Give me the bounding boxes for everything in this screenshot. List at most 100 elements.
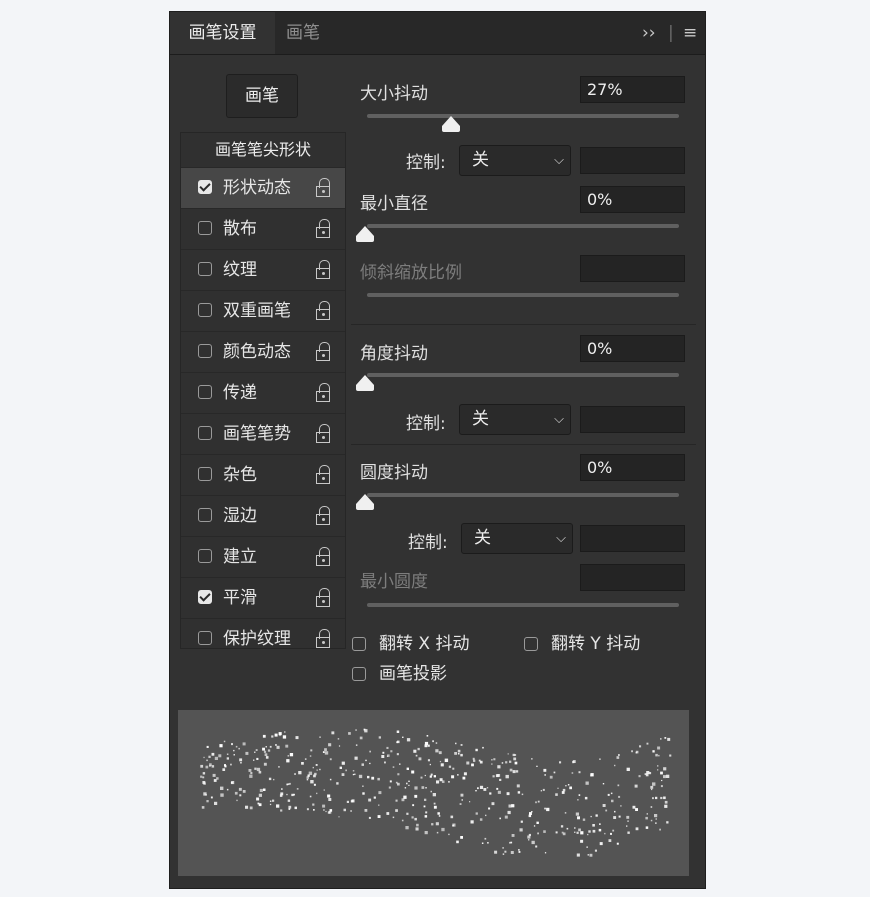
- lock-icon[interactable]: [316, 424, 332, 444]
- option-checkbox[interactable]: [198, 344, 212, 358]
- brush-stroke-preview: [178, 710, 689, 876]
- lock-icon[interactable]: [316, 465, 332, 485]
- lock-icon[interactable]: [316, 342, 332, 362]
- size-jitter-slider[interactable]: [367, 114, 679, 118]
- flip-x-checkbox[interactable]: [352, 637, 366, 651]
- tilt-scale-field: [580, 255, 685, 282]
- brush-projection-label: 画笔投影: [379, 664, 447, 684]
- option-checkbox[interactable]: [198, 631, 212, 645]
- lock-icon[interactable]: [316, 260, 332, 280]
- brush-tip-shape-item[interactable]: 画笔笔尖形状: [181, 133, 345, 167]
- brush-option-item[interactable]: 平滑: [181, 577, 345, 618]
- lock-icon[interactable]: [316, 383, 332, 403]
- section-divider: [351, 444, 696, 445]
- flip-x-label: 翻转 X 抖动: [379, 634, 470, 654]
- roundness-jitter-field[interactable]: 0%: [580, 454, 685, 481]
- roundness-control-value: 关: [474, 528, 491, 548]
- brush-option-item[interactable]: 湿边: [181, 495, 345, 536]
- menu-icon[interactable]: ≡: [683, 12, 697, 54]
- flip-y-checkbox[interactable]: [524, 637, 538, 651]
- size-control-extra-field[interactable]: [580, 147, 685, 174]
- option-label: 双重画笔: [223, 301, 291, 321]
- brush-options-list: 画笔笔尖形状 形状动态散布纹理双重画笔颜色动态传递画笔笔势杂色湿边建立平滑保护纹…: [180, 132, 346, 649]
- control-label: 控制:: [406, 414, 446, 434]
- lock-icon[interactable]: [316, 547, 332, 567]
- angle-control-select[interactable]: 关 ⌵: [459, 404, 571, 435]
- option-label: 湿边: [223, 506, 257, 526]
- option-label: 画笔笔势: [223, 424, 291, 444]
- option-checkbox[interactable]: [198, 590, 212, 604]
- roundness-control-extra-field[interactable]: [580, 525, 685, 552]
- chevron-down-icon: ⌵: [554, 412, 564, 427]
- roundness-control-select[interactable]: 关 ⌵: [461, 523, 573, 554]
- angle-jitter-slider[interactable]: [367, 373, 679, 377]
- option-checkbox[interactable]: [198, 303, 212, 317]
- angle-control-extra-field[interactable]: [580, 406, 685, 433]
- min-roundness-slider: [367, 603, 679, 607]
- tab-brush[interactable]: 画笔: [286, 12, 320, 54]
- min-diameter-slider[interactable]: [367, 224, 679, 228]
- size-control-select[interactable]: 关 ⌵: [459, 145, 571, 176]
- size-jitter-label: 大小抖动: [360, 84, 428, 104]
- option-checkbox[interactable]: [198, 467, 212, 481]
- lock-icon[interactable]: [316, 178, 332, 198]
- option-label: 散布: [223, 219, 257, 239]
- roundness-jitter-label: 圆度抖动: [360, 463, 428, 483]
- brush-button[interactable]: 画笔: [226, 74, 298, 118]
- size-jitter-field[interactable]: 27%: [580, 76, 685, 103]
- flip-y-label: 翻转 Y 抖动: [551, 634, 641, 654]
- min-diameter-field[interactable]: 0%: [580, 186, 685, 213]
- chevron-down-icon: ⌵: [554, 153, 564, 168]
- option-checkbox[interactable]: [198, 385, 212, 399]
- option-label: 保护纹理: [223, 629, 291, 649]
- double-chevron-right-icon[interactable]: ››: [642, 12, 656, 54]
- lock-icon[interactable]: [316, 588, 332, 608]
- option-label: 颜色动态: [223, 342, 291, 362]
- min-roundness-field: [580, 564, 685, 591]
- brush-option-item[interactable]: 画笔笔势: [181, 413, 345, 454]
- brush-option-item[interactable]: 双重画笔: [181, 290, 345, 331]
- angle-jitter-field[interactable]: 0%: [580, 335, 685, 362]
- chevron-down-icon: ⌵: [556, 531, 566, 546]
- tilt-scale-label: 倾斜缩放比例: [360, 263, 462, 283]
- brush-option-item[interactable]: 颜色动态: [181, 331, 345, 372]
- option-label: 纹理: [223, 260, 257, 280]
- lock-icon[interactable]: [316, 629, 332, 649]
- brush-option-item[interactable]: 杂色: [181, 454, 345, 495]
- lock-icon[interactable]: [316, 219, 332, 239]
- size-control-value: 关: [472, 150, 489, 170]
- option-checkbox[interactable]: [198, 508, 212, 522]
- control-label: 控制:: [406, 153, 446, 173]
- angle-jitter-label: 角度抖动: [360, 344, 428, 364]
- min-diameter-label: 最小直径: [360, 194, 428, 214]
- brush-settings-panel: 画笔设置 画笔 ›› | ≡ 画笔 画笔笔尖形状 形状动态散布纹理双重画笔颜色动…: [170, 12, 705, 888]
- angle-control-value: 关: [472, 409, 489, 429]
- section-divider: [351, 324, 696, 325]
- brush-option-item[interactable]: 保护纹理: [181, 618, 345, 659]
- brush-option-item[interactable]: 传递: [181, 372, 345, 413]
- option-checkbox[interactable]: [198, 180, 212, 194]
- brush-option-item[interactable]: 纹理: [181, 249, 345, 290]
- roundness-jitter-slider[interactable]: [367, 493, 679, 497]
- tab-bar: 画笔设置 画笔 ›› | ≡: [170, 12, 705, 55]
- option-checkbox[interactable]: [198, 426, 212, 440]
- option-checkbox[interactable]: [198, 262, 212, 276]
- tilt-scale-slider: [367, 293, 679, 297]
- brush-stroke-preview-graphic: [200, 728, 672, 857]
- control-label: 控制:: [408, 533, 448, 553]
- divider: |: [668, 23, 674, 43]
- option-checkbox[interactable]: [198, 221, 212, 235]
- option-label: 杂色: [223, 465, 257, 485]
- brush-option-item[interactable]: 形状动态: [181, 167, 345, 208]
- option-checkbox[interactable]: [198, 549, 212, 563]
- lock-icon[interactable]: [316, 301, 332, 321]
- tab-brush-settings[interactable]: 画笔设置: [170, 12, 275, 54]
- option-label: 建立: [223, 547, 257, 567]
- lock-icon[interactable]: [316, 506, 332, 526]
- option-label: 平滑: [223, 588, 257, 608]
- option-label: 形状动态: [223, 178, 291, 198]
- brush-projection-checkbox[interactable]: [352, 667, 366, 681]
- option-label: 传递: [223, 383, 257, 403]
- brush-option-item[interactable]: 散布: [181, 208, 345, 249]
- brush-option-item[interactable]: 建立: [181, 536, 345, 577]
